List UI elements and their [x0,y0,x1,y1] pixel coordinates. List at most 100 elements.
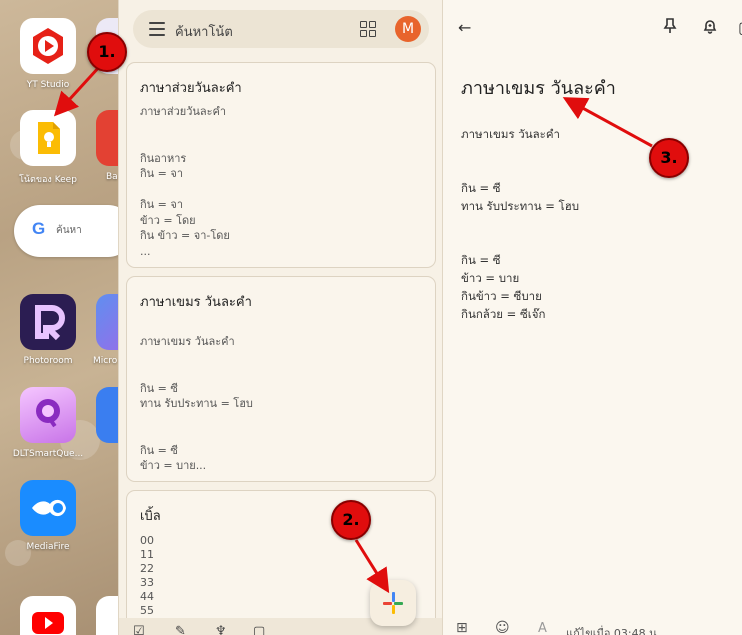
account-avatar[interactable]: M [395,16,421,42]
text-format-icon[interactable]: A [538,621,547,635]
note-line: 11 [140,548,154,561]
palette-icon[interactable]: ☺ [495,620,510,635]
google-g-icon: G [32,219,46,238]
app-partial-icon[interactable] [96,294,118,350]
brush-icon[interactable]: ✎ [175,624,186,635]
app-mediafire[interactable]: MediaFire [0,480,96,552]
app-yt-studio[interactable]: YT Studio [0,18,96,90]
app-label: โน้ตของ Keep [19,175,77,185]
step-badge-3: 3. [649,138,689,178]
note-line: กินอาหาร [140,151,187,165]
dlt-icon [20,387,76,443]
note-line: ภาษาเขมร วันละคำ [140,335,235,348]
note-line: 55 [140,604,154,617]
note-line: 22 [140,562,154,575]
plus-icon-segment [392,592,395,602]
notes-search-bar[interactable]: ค้นหาโน้ต M [133,10,429,48]
note-line: 44 [140,590,154,603]
app-label: Ba [106,172,118,182]
image-icon[interactable]: ▢ [253,624,265,635]
note-line: ทาน รับประทาน = โฮบ [140,397,253,410]
note-line [140,350,253,366]
mic-icon[interactable]: ♆ [215,624,227,635]
note-editor-body[interactable]: ภาษาเขมร วันละคำ กิน = ซี ทาน รับประทาน … [461,125,579,323]
plus-icon-segment [394,602,403,605]
note-line [140,135,230,151]
note-line: 33 [140,576,154,589]
note-line: กินกล้วย = ซีเจ๊ก [461,307,546,321]
note-line: กิน = ซี [140,381,178,395]
plus-icon-segment [392,605,395,614]
app-partial-icon[interactable] [96,596,118,635]
home-screen: YT Studio โน้ตของ Keep Ba G ค้นหา Photor… [0,0,118,635]
note-line: ภาษาส่วยวันละคำ [140,105,227,118]
note-title: ภาษาส่วยวันละคำ [140,81,242,96]
app-label: DLTSmartQue... [12,449,84,459]
note-line: กิน = ซี [461,253,501,267]
note-card[interactable]: ภาษาเขมร วันละคำ ภาษาเขมร วันละคำ กิน = … [126,276,436,482]
plus-icon [383,602,392,605]
note-line [140,427,253,443]
note-line [140,412,253,428]
note-line: ... [140,244,151,258]
notes-search-placeholder: ค้นหาโน้ต [175,25,233,40]
note-line: กินข้าว = ซีบาย [461,289,542,303]
yt-studio-icon [20,18,76,74]
note-line: กิน = ซี [461,181,501,195]
note-line: ข้าว = โดย [140,213,196,227]
app-youtube[interactable] [0,596,96,635]
photoroom-icon [20,294,76,350]
note-body: ภาษาส่วยวันละคำ กินอาหาร กิน = จา กิน = … [140,104,230,259]
note-card[interactable]: ภาษาส่วยวันละคำ ภาษาส่วยวันละคำ กินอาหาร… [126,62,436,268]
app-label: Photoroom [23,356,73,366]
note-title: ภาษาเขมร วันละคำ [140,295,252,310]
note-body: ภาษาเขมร วันละคำ กิน = ซี ทาน รับประทาน … [140,334,253,474]
note-line: ทาน รับประทาน = โฮบ [461,199,580,213]
note-editor: ← ▢ ภาษาเขมร วันละคำ ภาษาเขมร วันละคำ กิ… [442,0,742,635]
note-line [140,365,253,381]
add-box-icon[interactable]: ⊞ [456,620,468,635]
new-note-button[interactable] [370,580,416,626]
app-photoroom[interactable]: Photoroom [0,294,96,366]
back-arrow-icon[interactable]: ← [458,18,471,37]
search-placeholder: ค้นหา [56,225,82,236]
grid-view-icon[interactable] [360,21,376,37]
note-line: ข้าว = บาย... [140,459,207,472]
step-badge-2: 2. [331,500,371,540]
youtube-icon [20,596,76,635]
keep-notes-list: ค้นหาโน้ต M ภาษาส่วยวันละคำ ภาษาส่วยวันล… [118,0,442,635]
note-line [461,233,579,251]
app-dlt-smart-queue[interactable]: DLTSmartQue... [0,387,96,459]
note-line: กิน = ซี [140,443,178,457]
note-line [461,143,579,161]
note-line: ข้าว = บาย [461,271,520,285]
note-line [461,215,579,233]
note-title: เบิ้ล [140,509,161,524]
keep-icon [20,110,76,166]
google-search-widget[interactable]: G ค้นหา [14,205,118,257]
note-line [140,120,230,136]
note-line: กิน = จา [140,167,184,180]
note-line [140,182,230,198]
pin-icon[interactable] [663,18,677,38]
app-keep[interactable]: โน้ตของ Keep [0,110,96,186]
note-line: 00 [140,534,154,547]
mediafire-icon [20,480,76,536]
app-label: YT Studio [26,80,70,90]
note-line [461,161,579,179]
app-partial-icon[interactable] [96,387,118,443]
note-body: 00 11 22 33 44 55 [140,534,154,618]
edited-time-label: แก้ไขเมื่อ 03:48 น. [566,627,661,635]
app-label: Micro [93,356,118,366]
hamburger-menu-icon[interactable] [149,22,165,36]
app-label: MediaFire [26,542,70,552]
note-line: กิน ข้าว = จา-โดย [140,229,230,242]
note-line: ภาษาเขมร วันละคำ [461,127,560,141]
step-badge-1: 1. [87,32,127,72]
app-partial-icon[interactable] [96,110,118,166]
note-editor-title[interactable]: ภาษาเขมร วันละคำ [461,73,616,102]
checkbox-icon[interactable]: ☑ [133,624,145,635]
reminder-bell-icon[interactable] [702,18,718,38]
note-line: กิน = จา [140,198,184,211]
archive-icon[interactable]: ▢ [738,18,742,37]
